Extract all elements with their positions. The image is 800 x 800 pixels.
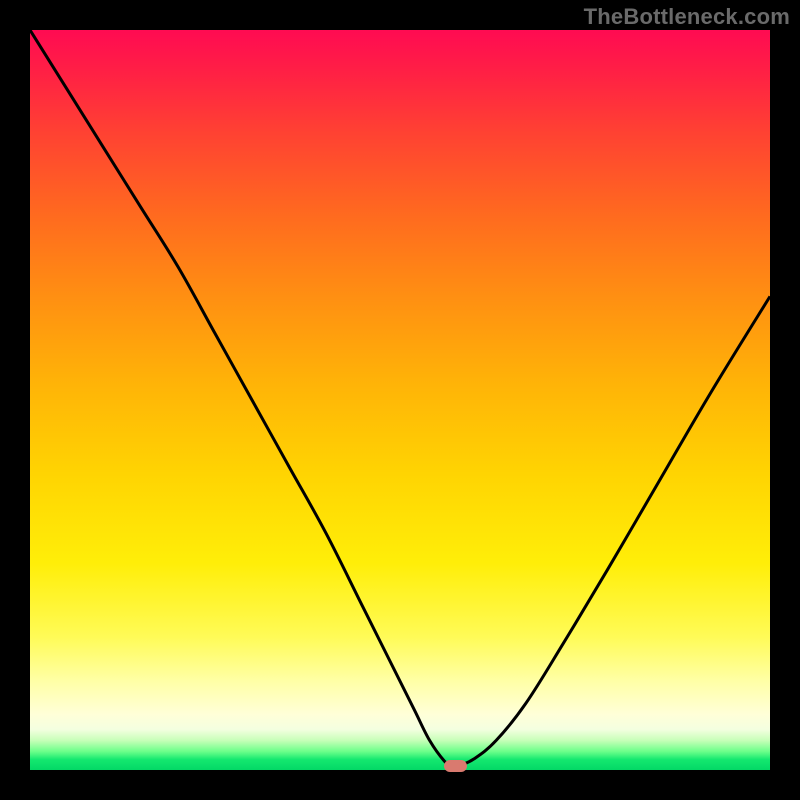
chart-frame: TheBottleneck.com <box>0 0 800 800</box>
bottleneck-curve-path <box>30 30 770 766</box>
optimal-point-marker <box>444 760 468 772</box>
bottleneck-curve-svg <box>30 30 770 770</box>
watermark-text: TheBottleneck.com <box>584 4 790 30</box>
